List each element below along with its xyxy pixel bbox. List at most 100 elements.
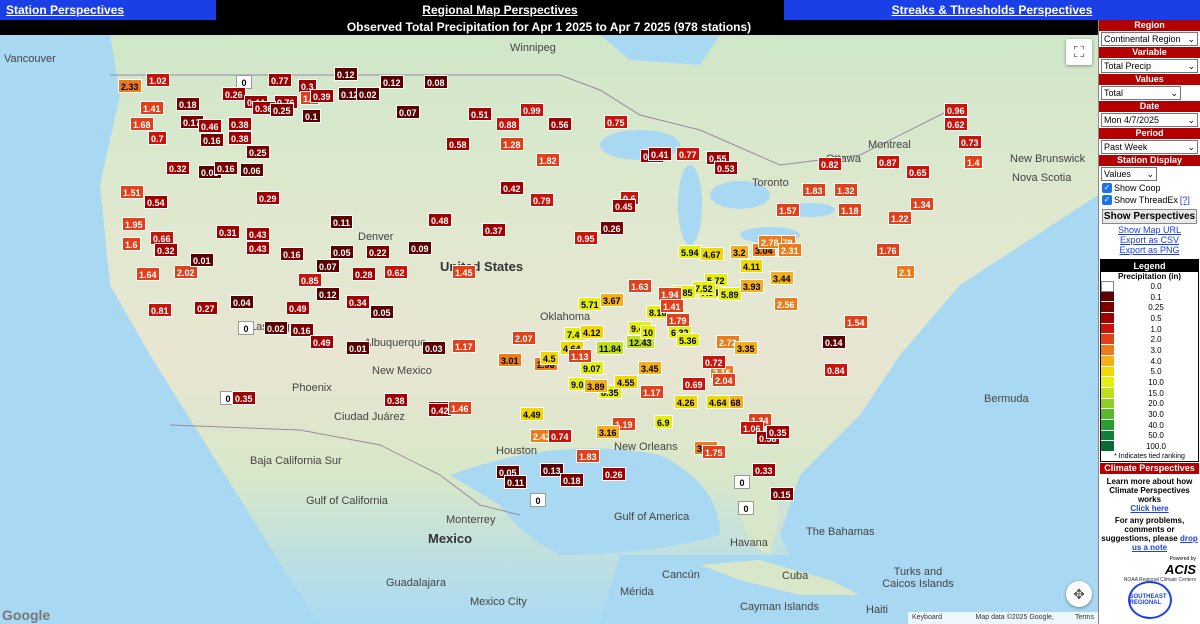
tab-regional-map-perspectives[interactable]: Regional Map Perspectives [216,0,784,20]
station-marker[interactable]: 0.35 [232,391,256,405]
station-marker[interactable]: 2.04 [712,373,736,387]
station-marker[interactable]: 3.45 [638,361,662,375]
station-marker[interactable]: 1.57 [776,203,800,217]
station-marker[interactable]: 0.12 [316,287,340,301]
station-marker[interactable]: 4.12 [580,325,604,339]
station-marker[interactable]: 0.05 [330,245,354,259]
station-marker[interactable]: 11.84 [596,341,625,355]
station-marker[interactable]: 2.31 [778,243,802,257]
station-marker[interactable]: 0.43 [246,227,270,241]
station-marker[interactable]: 0.16 [214,161,238,175]
station-marker[interactable]: 1.68 [130,117,154,131]
station-marker[interactable]: 0.88 [496,117,520,131]
station-marker[interactable]: 0.51 [468,107,492,121]
station-marker[interactable]: 0.35 [766,425,790,439]
station-marker[interactable]: 0.95 [574,231,598,245]
station-marker[interactable]: 1.51 [120,185,144,199]
station-marker[interactable]: 1.6 [122,237,141,251]
station-marker[interactable]: 0.38 [228,117,252,131]
station-marker[interactable]: 1.54 [844,315,868,329]
station-marker[interactable]: 3.16 [596,425,620,439]
station-marker[interactable]: 0.34 [346,295,370,309]
click-here-link[interactable]: Click here [1130,504,1168,513]
station-marker[interactable]: 0.25 [246,145,270,159]
station-marker[interactable]: 0.26 [602,467,626,481]
tab-station-perspectives[interactable]: Station Perspectives [0,0,216,20]
station-marker[interactable]: 3.2 [730,245,749,259]
station-marker[interactable]: 1.18 [838,203,862,217]
station-marker[interactable]: 3.35 [734,341,758,355]
station-marker[interactable]: 1.17 [452,339,476,353]
map-pan-control[interactable]: ✥ [1066,581,1092,607]
variable-select[interactable]: Total Precip ⌄ [1101,59,1198,73]
station-marker[interactable]: 1.75 [702,445,726,459]
station-marker[interactable]: 0.49 [310,335,334,349]
region-select[interactable]: Continental Region ⌄ [1101,32,1198,46]
station-marker[interactable]: 0.82 [818,157,842,171]
show-coop-checkbox[interactable]: ✓ Show Coop [1102,183,1197,193]
station-marker[interactable]: 0.37 [482,223,506,237]
station-marker[interactable]: 0.53 [714,161,738,175]
station-marker[interactable]: 0.03 [422,341,446,355]
station-marker[interactable]: 3.93 [740,279,764,293]
station-marker[interactable]: 0.11 [504,475,528,489]
station-marker[interactable]: 4.49 [520,407,544,421]
station-marker[interactable]: 0.69 [682,377,706,391]
station-marker[interactable]: 1.17 [640,385,664,399]
station-marker[interactable]: 0.06 [240,163,264,177]
show-map-url-link[interactable]: Show Map URL [1099,225,1200,235]
station-marker[interactable]: 0 [734,475,750,489]
station-marker[interactable]: 5.36 [676,333,700,347]
station-marker[interactable]: 0 [738,501,754,515]
station-marker[interactable]: 0.04 [230,295,254,309]
export-png-link[interactable]: Export as PNG [1099,245,1200,255]
station-display-select[interactable]: Values ⌄ [1101,167,1157,181]
station-marker[interactable]: 0.56 [548,117,572,131]
station-marker[interactable]: 0.81 [148,303,172,317]
values-select[interactable]: Total ⌄ [1101,86,1181,100]
station-marker[interactable]: 0.85 [298,273,322,287]
period-select[interactable]: Past Week ⌄ [1101,140,1198,154]
station-marker[interactable]: 0.07 [396,105,420,119]
station-marker[interactable]: 0.38 [384,393,408,407]
station-marker[interactable]: 0.32 [154,243,178,257]
station-marker[interactable]: 0.27 [194,301,218,315]
station-marker[interactable]: 0.99 [520,103,544,117]
station-marker[interactable]: 0.12 [380,75,404,89]
station-marker[interactable]: 1.76 [876,243,900,257]
station-marker[interactable]: 0.46 [198,119,222,133]
station-marker[interactable]: 0.05 [370,305,394,319]
terms-link[interactable]: Terms [1075,612,1094,624]
station-marker[interactable]: 0.16 [200,133,224,147]
station-marker[interactable]: 0.38 [228,131,252,145]
station-marker[interactable]: 5.94 [678,245,702,259]
station-marker[interactable]: 0.11 [330,215,354,229]
station-marker[interactable]: 3.67 [600,293,624,307]
station-marker[interactable]: 1.02 [146,73,170,87]
station-marker[interactable]: 1.64 [136,267,160,281]
station-marker[interactable]: 0.49 [286,301,310,315]
station-marker[interactable]: 0.73 [958,135,982,149]
station-marker[interactable]: 0.87 [876,155,900,169]
station-marker[interactable]: 1.4 [964,155,983,169]
station-marker[interactable]: 4.5 [540,351,559,365]
station-marker[interactable]: 1.41 [660,299,684,313]
station-marker[interactable]: 0.07 [316,259,340,273]
station-marker[interactable]: 0.77 [676,147,700,161]
station-marker[interactable]: 1.28 [500,137,524,151]
station-marker[interactable]: 0.02 [356,87,380,101]
station-marker[interactable]: 4.67 [700,247,724,261]
station-marker[interactable]: 0.54 [144,195,168,209]
station-marker[interactable]: 4.64 [706,395,730,409]
show-perspectives-button[interactable]: Show Perspectives [1102,209,1197,224]
fullscreen-button[interactable]: ⛶ [1066,39,1092,65]
station-marker[interactable]: 10 [640,325,657,339]
station-marker[interactable]: 1.95 [122,217,146,231]
station-marker[interactable]: 2.33 [118,79,142,93]
station-marker[interactable]: 4.26 [674,395,698,409]
station-marker[interactable]: 0.39 [310,89,334,103]
threadex-help-link[interactable]: [?] [1180,195,1190,205]
station-marker[interactable]: 5.71 [578,297,602,311]
station-marker[interactable]: 0 [530,493,546,507]
station-marker[interactable]: 0.62 [944,117,968,131]
